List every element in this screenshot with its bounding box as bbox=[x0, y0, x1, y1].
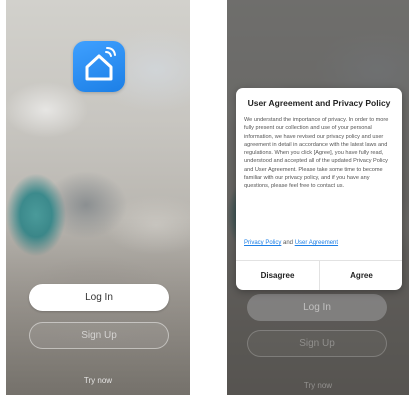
user-agreement-link[interactable]: User Agreement bbox=[295, 240, 338, 246]
try-now-link: Try now bbox=[303, 381, 333, 390]
try-now-link[interactable]: Try now bbox=[6, 376, 190, 385]
dialog-body-text: We understand the importance of privacy.… bbox=[244, 117, 389, 190]
and-text: and bbox=[281, 240, 295, 246]
signup-button: Sign Up bbox=[247, 330, 387, 357]
app-logo bbox=[73, 41, 125, 92]
signup-button[interactable]: Sign Up bbox=[29, 322, 169, 349]
dialog-title: User Agreement and Privacy Policy bbox=[247, 98, 391, 108]
phone-screen-privacy-dialog: Log In Sign Up Try now User Agreement an… bbox=[227, 0, 409, 395]
login-button[interactable]: Log In bbox=[29, 284, 169, 311]
phone-screen-welcome: Log In Sign Up Try now bbox=[6, 0, 190, 395]
home-icon bbox=[85, 47, 116, 81]
disagree-button[interactable]: Disagree bbox=[236, 261, 319, 290]
login-button: Log In bbox=[247, 294, 387, 321]
agree-button[interactable]: Agree bbox=[320, 261, 402, 290]
privacy-policy-link[interactable]: Privacy Policy bbox=[244, 240, 281, 246]
privacy-dialog: User Agreement and Privacy Policy We und… bbox=[236, 88, 402, 290]
dialog-links: Privacy Policy and User Agreement bbox=[244, 240, 396, 246]
